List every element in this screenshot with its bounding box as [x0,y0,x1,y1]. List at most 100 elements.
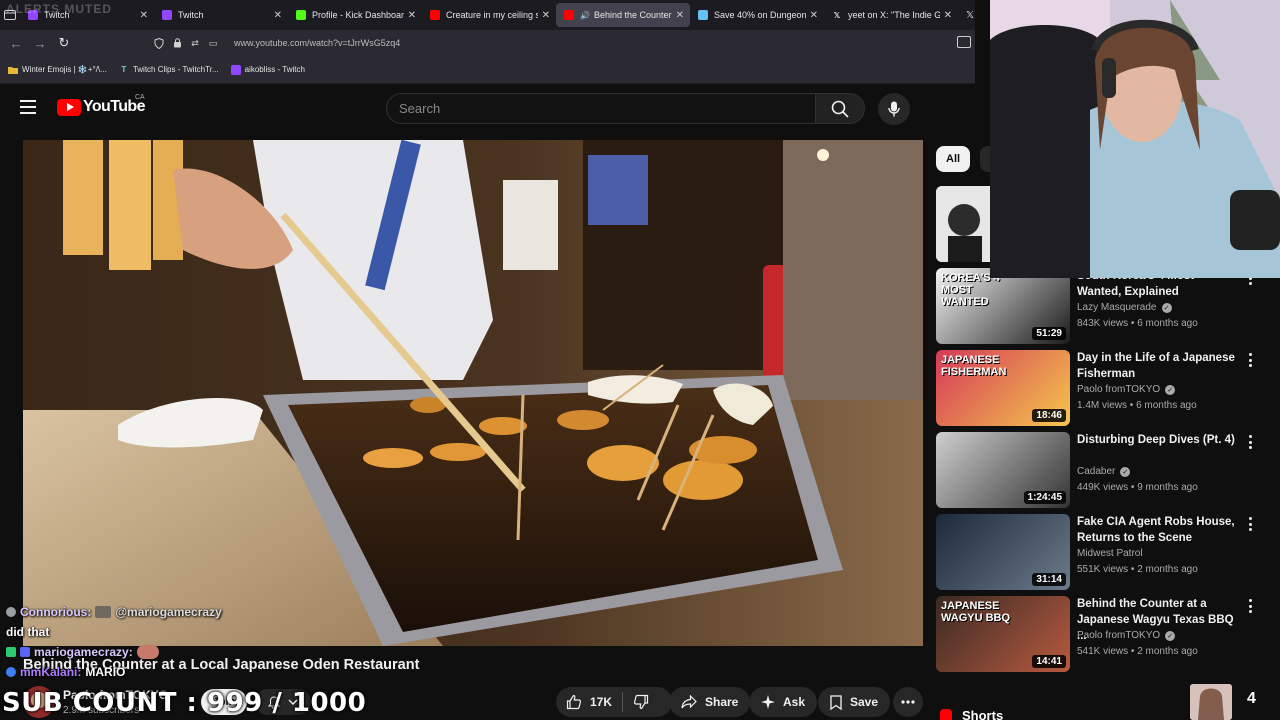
lock-icon[interactable] [168,38,186,48]
close-tab-icon[interactable]: ✕ [140,10,148,21]
more-vertical-icon[interactable] [1244,516,1256,532]
back-button[interactable]: ← [4,30,28,56]
bookmark-icon [830,694,842,710]
recommendation-meta: 843K views • 6 months ago [1077,318,1198,329]
shorts-section-header[interactable]: Shorts [940,708,1003,720]
close-tab-icon[interactable]: ✕ [944,10,952,21]
save-button[interactable]: Save [818,687,891,717]
sub-count-overlay: SUB COUNT : 999 / 1000 [2,688,367,718]
youtube-icon [430,10,440,20]
more-vertical-icon[interactable] [1244,598,1256,614]
browser-tab[interactable]: Profile - Kick Dashboard ✕ [288,0,422,30]
thumbnail-text: JAPANESE WAGYU BBQ [941,600,1011,624]
forward-button[interactable]: → [28,30,52,56]
youtube-icon [564,10,574,20]
recommendation-thumbnail[interactable]: JAPANESE FISHERMAN 18:46 [936,350,1070,426]
reload-button[interactable]: ↻ [52,30,76,56]
bookmark-aikobliss[interactable]: aikobliss - Twitch [230,64,305,75]
chat-badge-icon [6,607,16,617]
permissions-icon[interactable]: ⇄ [186,38,204,49]
browser-tab[interactable]: Twitch ✕ [154,0,288,30]
shield-icon[interactable] [150,37,168,49]
recommendation-meta: 1.4M views • 6 months ago [1077,400,1197,411]
recommendation-thumbnail[interactable]: KOREA'S 4 MOST WANTED 51:29 [936,268,1070,344]
recommendation-card[interactable]: 1:24:45 Disturbing Deep Dives (Pt. 4) Cada… [936,432,1266,510]
close-tab-icon[interactable]: ✕ [274,10,282,21]
recommendation-meta: 551K views • 2 months ago [1077,564,1198,575]
picture-in-picture-icon[interactable] [957,36,971,48]
bookmark-label: aikobliss - Twitch [244,65,305,74]
share-button[interactable]: Share [669,687,751,717]
recommendation-card[interactable]: KOREA'S 4 MOST WANTED51:29South Korea's … [936,268,1266,346]
bookmark-twitch-clips[interactable]: T Twitch Clips - TwitchTr... [119,65,218,75]
chat-message: mmKalani: MARIO [6,662,222,682]
search-input[interactable] [399,101,815,116]
video-duration: 31:14 [1032,573,1066,586]
url-text[interactable]: www.youtube.com/watch?v=tJrrWsG5zq4 [234,38,400,48]
recommendation-card[interactable]: 31:14 Fake CIA Agent Robs House, Returns … [936,514,1266,592]
chat-message: mariogamecrazy: [6,642,222,662]
bookmark-winter-emojis[interactable]: Winter Emojis | ❄️+°/\... [8,65,107,75]
more-horizontal-icon [901,700,915,704]
dislike-button[interactable] [623,687,659,717]
shorts-icon [940,708,952,720]
chat-message: Connorious: @mariogamecrazy [6,602,222,622]
chip-all[interactable]: All [936,146,971,172]
recommendation-title[interactable]: Day in the Life of a Japanese Fisherman [1077,350,1237,382]
recommendation-channel[interactable]: Cadaber ✓ [1077,466,1131,477]
search-button[interactable] [815,93,865,124]
browser-tab[interactable]: Save 40% on Dungeons & Lasers ✕ [690,0,824,30]
youtube-logo[interactable]: YouTube CA [57,94,145,116]
channel-name: Paolo fromTOKYO [1077,630,1161,641]
hamburger-menu-icon[interactable] [20,100,36,114]
recommendation-thumbnail[interactable]: 1:24:45 [936,432,1070,508]
media-autoplay-icon[interactable]: ▭ [204,38,222,49]
verified-check-icon: ✓ [1165,384,1176,395]
close-tab-icon[interactable]: ✕ [676,10,684,21]
recommendation-title[interactable]: Fake CIA Agent Robs House, Returns to th… [1077,514,1237,546]
like-button[interactable]: 17K [556,687,622,717]
url-bar[interactable]: ⇄ ▭ www.youtube.com/watch?v=tJrrWsG5zq4 [150,33,950,53]
close-tab-icon[interactable]: ✕ [810,10,818,21]
partial-recommendation-thumbnail[interactable] [936,186,990,262]
search-box[interactable] [386,93,816,124]
browser-tab[interactable]: 𝕏yeet on X: "The Indie Game ✕ [824,0,958,30]
browser-nav-bar: ← → ↻ ⇄ ▭ www.youtube.com/watch?v=tJrrWs… [0,30,975,56]
like-count: 17K [590,695,613,709]
region-code: CA [135,94,145,101]
recommendation-channel[interactable]: Midwest Patrol [1077,548,1143,559]
voice-search-button[interactable] [878,93,910,125]
channel-name: Paolo fromTOKYO [1077,384,1161,395]
recommendation-thumbnail[interactable]: JAPANESE WAGYU BBQ 14:41 [936,596,1070,672]
recommendation-card[interactable]: JAPANESE WAGYU BBQ 14:41 Behind the Counte… [936,596,1266,674]
verified-check-icon: ✓ [1165,630,1176,641]
video-player[interactable] [23,140,923,646]
verified-check-icon: ✓ [1161,302,1172,313]
more-vertical-icon[interactable] [1244,352,1256,368]
share-icon [681,695,697,709]
close-tab-icon[interactable]: ✕ [542,10,550,21]
x-tab-icon[interactable]: 𝕏 [966,10,974,21]
recommendation-channel[interactable]: Lazy Masquerade ✓ [1077,302,1172,313]
browser-tab[interactable]: Creature in my ceiling scratch ✕ [422,0,556,30]
streamer-webcam [990,0,1280,278]
recommendation-thumbnail[interactable]: 31:14 [936,514,1070,590]
recommendation-meta: 541K views • 2 months ago [1077,646,1198,657]
sparkle-icon [761,695,775,709]
recommendation-channel[interactable]: Paolo fromTOKYO ✓ [1077,630,1176,641]
more-vertical-icon[interactable] [1244,434,1256,450]
recommendation-channel[interactable]: Paolo fromTOKYO ✓ [1077,384,1176,395]
chat-emote-icon [95,606,112,618]
recommendation-title[interactable]: Disturbing Deep Dives (Pt. 4) [1077,432,1237,448]
ask-button[interactable]: Ask [749,687,818,717]
recommendation-meta: 449K views • 9 months ago [1077,482,1198,493]
close-tab-icon[interactable]: ✕ [408,10,416,21]
speaker-icon[interactable]: 🔊 [580,11,590,20]
folder-icon [8,65,18,75]
more-actions-button[interactable] [893,687,923,717]
browser-tab[interactable]: 🔊Behind the Counter at a Local ✕ [556,3,690,27]
search-icon [831,100,849,118]
recommendation-card[interactable]: JAPANESE FISHERMAN 18:46 Day in the Life o… [936,350,1266,428]
x-icon: 𝕏 [833,10,841,20]
video-duration: 51:29 [1032,327,1066,340]
